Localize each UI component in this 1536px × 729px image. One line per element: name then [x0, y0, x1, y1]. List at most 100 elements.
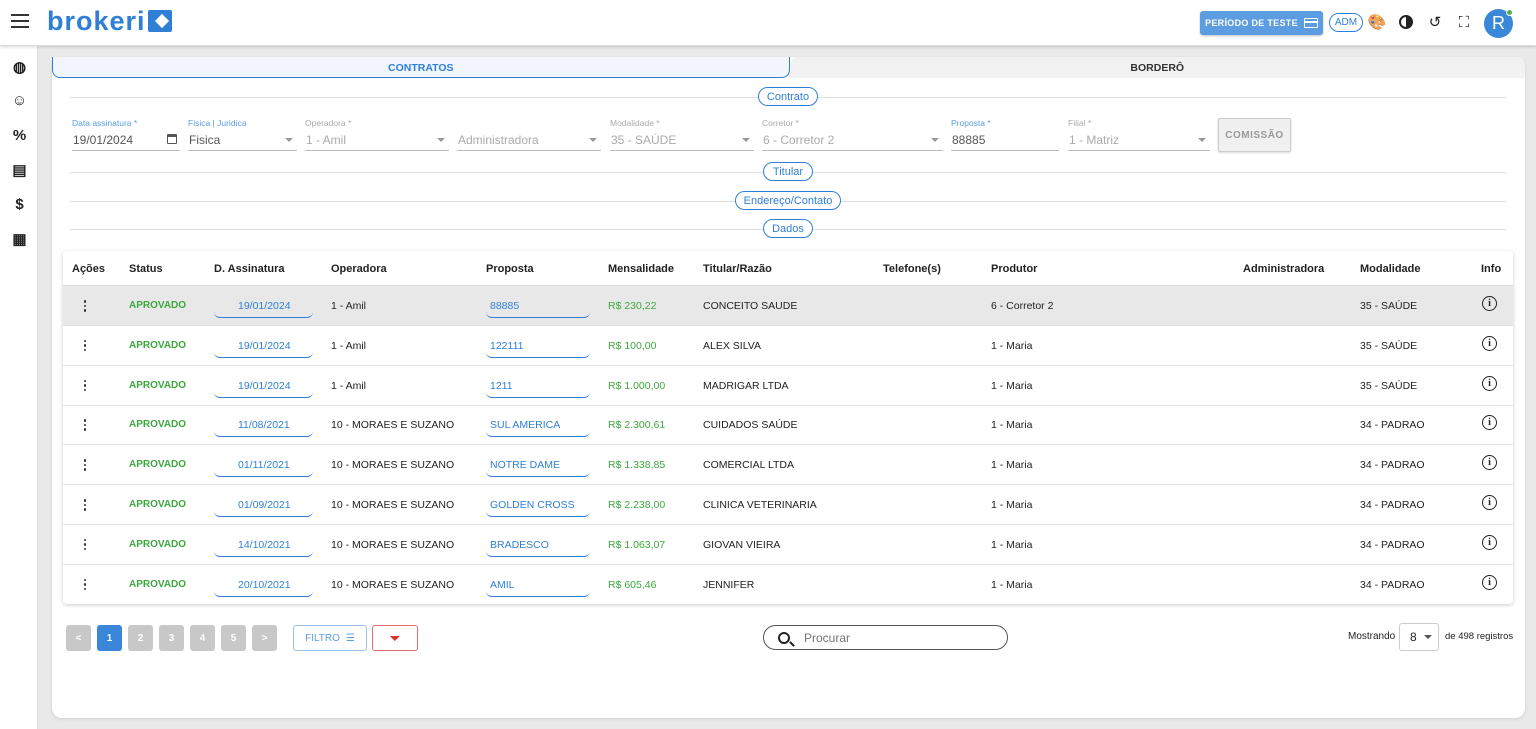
info-icon[interactable]: i	[1482, 415, 1497, 431]
date-field[interactable]: 20/10/2021	[214, 575, 313, 597]
section-contrato-button[interactable]: Contrato	[758, 87, 818, 106]
date-field[interactable]: 19/01/2024	[214, 336, 313, 358]
proposta-field[interactable]: BRADESCO	[486, 535, 590, 557]
next-page-button[interactable]: >	[252, 625, 277, 651]
date-field[interactable]: 19/01/2024	[214, 296, 313, 318]
operadora-select[interactable]: Operadora * 1 - Amil	[305, 118, 449, 151]
date-field[interactable]: 01/11/2021	[214, 455, 313, 478]
date-field[interactable]: 19/01/2024	[214, 376, 313, 398]
row-actions-icon[interactable]	[83, 538, 87, 551]
info-icon[interactable]: i	[1482, 455, 1497, 471]
produtor-cell: 1 - Maria	[991, 459, 1033, 472]
section-endereco-button[interactable]: Endereço/Contato	[735, 191, 841, 210]
percent-icon[interactable]: %	[11, 127, 28, 144]
brand-logo[interactable]: brokeri	[47, 6, 172, 37]
proposta-field[interactable]: GOLDEN CROSS	[486, 495, 590, 517]
administradora-select[interactable]: Administradora	[457, 118, 601, 151]
info-icon[interactable]: i	[1482, 495, 1497, 510]
proposta-value: 1211	[490, 379, 513, 392]
per-page-select[interactable]: 8	[1399, 623, 1439, 651]
file-icon[interactable]: ▦	[11, 230, 28, 248]
info-icon[interactable]: i	[1482, 534, 1497, 550]
proposta-value: GOLDEN CROSS	[490, 499, 575, 511]
palette-icon[interactable]: 🎨	[1368, 14, 1387, 31]
proposta-field[interactable]: SUL AMERICA	[486, 415, 590, 438]
info-icon[interactable]: i	[1482, 296, 1497, 311]
tab-contratos[interactable]: CONTRATOS	[52, 57, 790, 78]
table-row[interactable]: APROVADO 19/01/2024 1 - Amil 122111 R$ 100,0…	[63, 326, 1513, 366]
row-actions-icon[interactable]	[83, 578, 87, 591]
table-row[interactable]: APROVADO 01/11/2021 10 - MORAES E SUZANO NO…	[63, 445, 1513, 486]
clear-filter-button[interactable]: ⏷	[372, 625, 418, 651]
row-actions-icon[interactable]	[83, 379, 87, 392]
calendar-icon[interactable]	[167, 134, 177, 144]
field-value: 6 - Corretor 2	[763, 133, 835, 147]
filial-select[interactable]: Filial * 1 - Matriz	[1068, 118, 1210, 151]
prev-page-button[interactable]: <	[66, 625, 91, 651]
fullscreen-icon[interactable]: ⛶	[1456, 14, 1472, 31]
page-button-1[interactable]: 1	[97, 625, 122, 651]
row-actions-icon[interactable]	[83, 419, 87, 431]
proposta-field[interactable]: AMIL	[486, 575, 590, 597]
field-label: Modalidade *	[610, 118, 660, 128]
column-header: Status	[129, 263, 163, 275]
search-input[interactable]	[804, 630, 994, 645]
row-actions-icon[interactable]	[83, 300, 87, 312]
proposta-input[interactable]: Proposta * 88885	[951, 118, 1059, 151]
column-header: Telefone(s)	[883, 263, 941, 275]
date-field[interactable]: 14/10/2021	[214, 535, 313, 557]
column-header: Administradora	[1243, 263, 1325, 275]
info-icon[interactable]: i	[1482, 574, 1497, 590]
status-badge: APROVADO	[129, 379, 187, 391]
corretor-select[interactable]: Corretor * 6 - Corretor 2	[762, 118, 943, 151]
table-row[interactable]: APROVADO 01/09/2021 10 - MORAES E SUZANO GO…	[63, 485, 1513, 525]
document-icon[interactable]: ▤	[11, 161, 28, 179]
status-badge: APROVADO	[129, 419, 187, 431]
proposta-field[interactable]: NOTRE DAME	[486, 455, 590, 478]
page-button-2[interactable]: 2	[128, 625, 153, 651]
comissao-button[interactable]: COMISSÃO	[1218, 118, 1291, 152]
clients-icon[interactable]: ☺	[11, 92, 28, 109]
proposta-field[interactable]: 1211	[486, 376, 590, 398]
avatar-initial: R	[1492, 13, 1505, 33]
date-field[interactable]: 01/09/2021	[214, 495, 313, 517]
row-actions-icon[interactable]	[83, 339, 87, 352]
contrast-icon[interactable]	[1398, 14, 1414, 30]
row-actions-icon[interactable]	[83, 459, 87, 471]
date-field[interactable]: 11/08/2021	[214, 415, 313, 438]
table-row[interactable]: APROVADO 14/10/2021 10 - MORAES E SUZANO BR…	[63, 525, 1513, 565]
modalidade-select[interactable]: Modalidade * 35 - SAÚDE	[610, 118, 754, 151]
search-field[interactable]	[763, 625, 1008, 650]
section-dados-button[interactable]: Dados	[763, 219, 813, 238]
dollar-icon[interactable]: $	[11, 196, 28, 213]
section-titular-button[interactable]: Titular	[763, 162, 813, 181]
trial-period-button[interactable]: PERÍODO DE TESTE	[1200, 11, 1323, 35]
filter-button[interactable]: FILTRO ☰	[293, 625, 367, 651]
proposta-value: 88885	[490, 300, 520, 312]
page-button-4[interactable]: 4	[190, 625, 215, 651]
reset-icon[interactable]: ↺	[1427, 14, 1443, 31]
proposta-field[interactable]: 88885	[486, 296, 590, 318]
table-row[interactable]: APROVADO 20/10/2021 10 - MORAES E SUZANO AM…	[63, 565, 1513, 604]
row-actions-icon[interactable]	[83, 499, 87, 511]
info-icon[interactable]: i	[1482, 335, 1497, 351]
proposta-field[interactable]: 122111	[486, 336, 590, 358]
page-button-5[interactable]: 5	[221, 625, 246, 651]
mensalidade-cell: R$ 1.063,07	[608, 538, 666, 551]
page-button-3[interactable]: 3	[159, 625, 184, 651]
table-row[interactable]: APROVADO 11/08/2021 10 - MORAES E SUZANO SU…	[63, 405, 1513, 446]
tab-bordero[interactable]: BORDERÔ	[789, 57, 1525, 78]
data-assinatura-field[interactable]: Data assinatura * 19/01/2024	[72, 118, 180, 151]
trial-period-label: PERÍODO DE TESTE	[1205, 18, 1298, 28]
filter-off-icon: ⏷	[389, 629, 401, 646]
field-value: 88885	[952, 133, 986, 147]
field-label: Corretor *	[762, 118, 799, 128]
user-avatar[interactable]: R	[1484, 9, 1513, 38]
table-row[interactable]: APROVADO 19/01/2024 1 - Amil 88885 R$ 230,22…	[63, 286, 1513, 326]
menu-icon[interactable]	[11, 14, 29, 28]
column-header: Info	[1481, 263, 1502, 275]
dashboard-icon[interactable]: ◍	[11, 58, 28, 76]
fisica-juridica-select[interactable]: Fisica | Juridica Fisica	[188, 118, 297, 151]
info-icon[interactable]: i	[1482, 375, 1497, 391]
table-row[interactable]: APROVADO 19/01/2024 1 - Amil 1211 R$ 1.000,0…	[63, 366, 1513, 406]
